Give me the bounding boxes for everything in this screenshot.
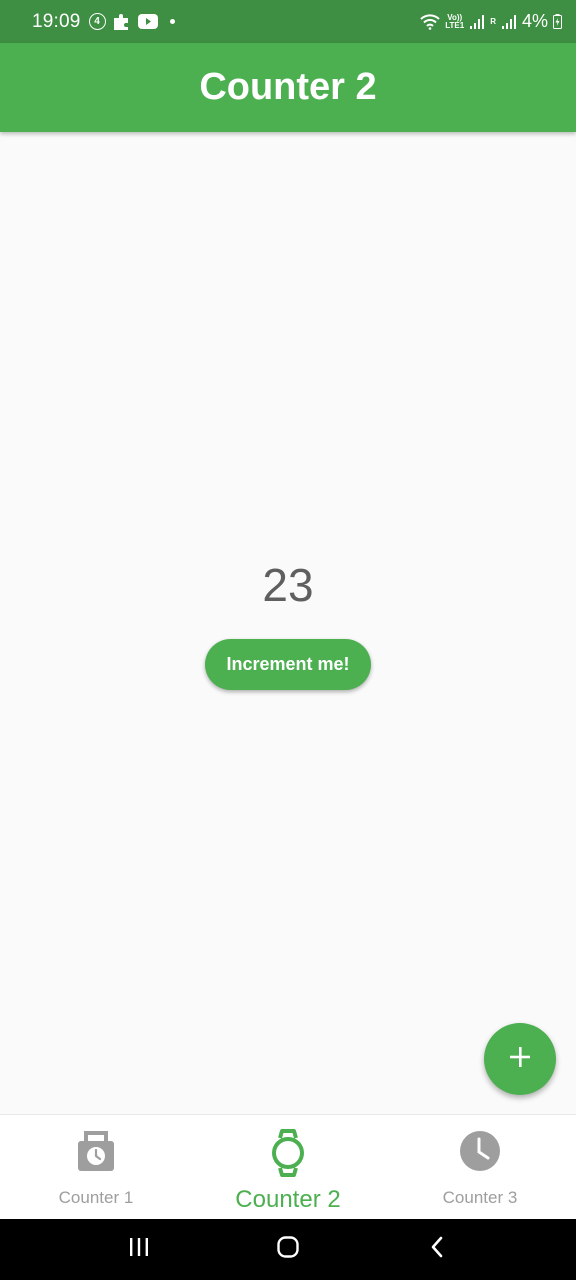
nav-label-counter-3: Counter 3 [442,1188,518,1207]
briefcase-clock-icon [76,1129,116,1178]
system-navigation-bar [0,1219,576,1280]
home-icon [276,1235,300,1264]
nav-label-counter-2: Counter 2 [235,1186,341,1213]
page-title: Counter 2 [199,66,377,108]
counter-value: 23 [262,559,314,611]
youtube-icon [137,14,158,29]
plus-icon [509,1046,531,1073]
back-icon [429,1235,445,1264]
watch-icon [270,1129,306,1182]
nav-item-counter-2[interactable]: Counter 2 [192,1115,384,1219]
bottom-navigation: Counter 1 Counter 2 Counter 3 [0,1114,576,1219]
back-button[interactable] [413,1226,461,1274]
status-bar: 19:09 4 Vo)) LTE1 R 4% [0,0,576,43]
signal-roaming-icon [501,14,517,30]
battery-charging-icon [553,14,562,29]
battery-percent: 4% [521,11,548,31]
roaming-label: R [490,16,496,26]
nav-item-counter-1[interactable]: Counter 1 [0,1115,192,1219]
clock-icon [458,1129,502,1178]
home-button[interactable] [264,1226,312,1274]
wifi-icon [420,13,440,30]
puzzle-icon [112,12,132,32]
main-content: 23 Increment me! [0,132,576,1114]
signal-icon [469,14,485,30]
volte-lte-label: Vo)) LTE1 [445,12,465,30]
app-screen: 19:09 4 Vo)) LTE1 R 4% Counter 2 23 Incr… [0,0,576,1280]
status-time: 19:09 [32,10,81,32]
notification-count-icon: 4 [88,13,106,30]
more-notifications-dot [169,19,175,24]
increment-button[interactable]: Increment me! [205,639,371,690]
recent-apps-button[interactable] [115,1226,163,1274]
nav-item-counter-3[interactable]: Counter 3 [384,1115,576,1219]
app-bar: Counter 2 [0,43,576,132]
recent-apps-icon [128,1237,150,1262]
nav-label-counter-1: Counter 1 [58,1188,134,1207]
add-fab-button[interactable] [484,1023,556,1095]
